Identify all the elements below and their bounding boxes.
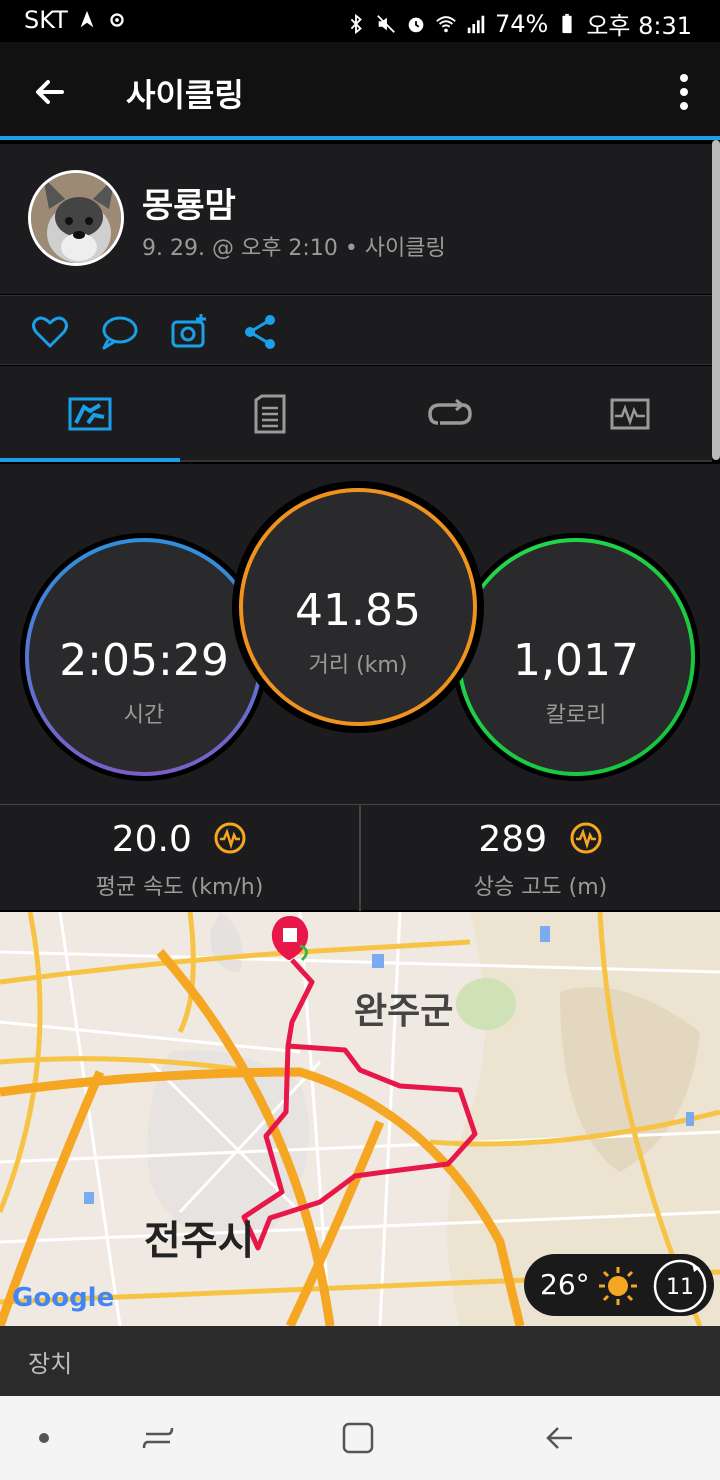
battery-percent: 74%	[494, 9, 549, 38]
avg-speed-stat[interactable]: 20.0 평균 속도 (km/h)	[0, 805, 359, 911]
more-vert-icon[interactable]	[672, 70, 696, 114]
elevation-label: 상승 고도 (m)	[473, 875, 608, 900]
calories-label: 칼로리	[546, 703, 607, 728]
mute-icon	[377, 14, 395, 33]
bluetooth-icon	[350, 13, 362, 34]
signal-icon	[467, 15, 485, 33]
elevation-value: 289	[478, 819, 548, 860]
calories-value: 1,017	[513, 635, 639, 686]
system-nav-bar	[0, 1396, 720, 1480]
scrollbar[interactable]	[712, 140, 720, 460]
alarm-icon	[408, 17, 424, 32]
dot-icon[interactable]	[24, 1418, 64, 1458]
sun-icon	[599, 1267, 637, 1305]
stats-panel: 2:05:29 시간 1,017 칼로리 41.85 거리 (km)	[0, 464, 720, 804]
calories-ring: 1,017 칼로리	[452, 533, 700, 781]
wind-dial-icon: 11	[653, 1259, 707, 1313]
elevation-stat[interactable]: 289 상승 고도 (m)	[361, 805, 720, 911]
google-logo: Google	[12, 1283, 114, 1313]
tab-laps[interactable]	[360, 366, 540, 462]
status-bar: SKT 74% 오후 8:31	[0, 0, 720, 42]
heart-icon[interactable]	[30, 312, 70, 352]
distance-ring: 41.85 거리 (km)	[232, 481, 484, 733]
distance-label: 거리 (km)	[309, 653, 408, 678]
weather-badge[interactable]: 26° 11	[524, 1254, 714, 1316]
distance-value: 41.85	[295, 585, 421, 636]
tab-bar	[0, 366, 712, 462]
action-row	[0, 295, 712, 365]
route-map[interactable]: 완주군 전주시 Google 26° 11	[0, 912, 720, 1326]
details-icon	[254, 394, 286, 434]
device-section-label: 장치	[28, 1350, 73, 1378]
clock: 오후 8:31	[586, 12, 692, 40]
recent-apps-icon[interactable]	[138, 1418, 178, 1458]
avg-speed-label: 평균 속도 (km/h)	[95, 875, 264, 900]
wifi-icon	[436, 15, 456, 32]
activity-badge-icon	[214, 822, 246, 854]
map-label-wanju: 완주군	[354, 991, 453, 1032]
time-value: 2:05:29	[59, 635, 229, 686]
home-icon[interactable]	[338, 1418, 378, 1458]
sub-stats: 20.0 평균 속도 (km/h) 289 상승 고도 (m)	[0, 804, 720, 911]
wind-speed: 11	[666, 1275, 694, 1300]
time-ring: 2:05:29 시간	[20, 533, 268, 781]
sync-icon	[110, 13, 124, 27]
tab-details[interactable]	[180, 366, 360, 462]
charts-icon	[610, 398, 650, 430]
stat-rings: 2:05:29 시간 1,017 칼로리 41.85 거리 (km)	[20, 481, 700, 781]
device-section: 장치	[0, 1326, 720, 1396]
app-bar: 사이클링	[0, 42, 720, 140]
add-photo-icon[interactable]	[170, 312, 210, 352]
activity-badge-icon	[570, 822, 602, 854]
comment-icon[interactable]	[100, 312, 140, 352]
avatar[interactable]	[28, 170, 124, 266]
dog-photo	[31, 173, 121, 263]
laps-icon	[428, 399, 472, 425]
back-nav-icon[interactable]	[540, 1418, 580, 1458]
avg-speed-value: 20.0	[111, 819, 192, 860]
arrow-left-icon[interactable]	[28, 70, 72, 114]
weather-temp: 26°	[540, 1268, 590, 1301]
battery-icon	[562, 13, 572, 33]
tab-summary[interactable]	[0, 366, 180, 462]
carrier-label: SKT	[24, 6, 68, 34]
page-title: 사이클링	[126, 76, 244, 114]
share-icon[interactable]	[240, 312, 280, 352]
activity-meta: 9. 29. @ 오후 2:10 • 사이클링	[142, 236, 446, 261]
navigation-icon	[80, 10, 94, 28]
time-label: 시간	[124, 703, 164, 728]
tab-charts[interactable]	[540, 366, 720, 462]
summary-icon	[68, 397, 112, 431]
user-name[interactable]: 몽룡맘	[142, 178, 236, 227]
tab-indicator	[0, 458, 180, 462]
activity-header: 몽룡맘 9. 29. @ 오후 2:10 • 사이클링	[0, 144, 712, 294]
map-label-jeonju: 전주시	[144, 1218, 254, 1264]
